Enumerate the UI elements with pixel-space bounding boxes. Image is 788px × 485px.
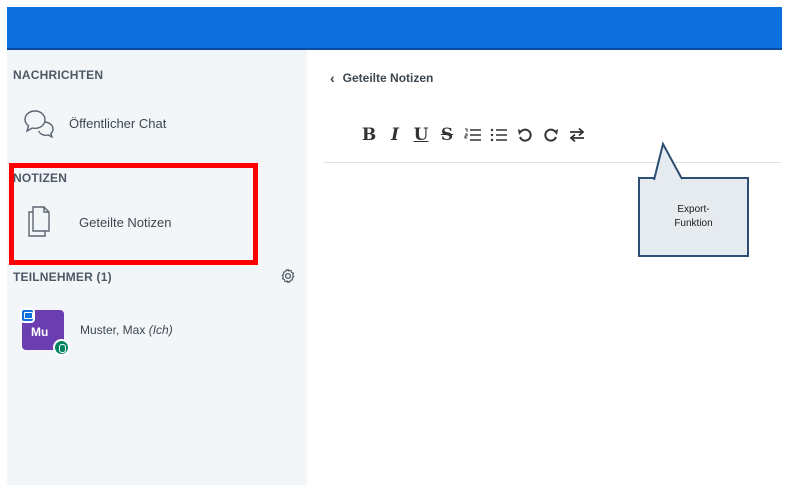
italic-button[interactable]: I xyxy=(382,122,408,148)
messages-section-title: NACHRICHTEN xyxy=(13,68,104,82)
undo-icon xyxy=(518,128,532,142)
unordered-list-icon xyxy=(490,128,507,142)
participants-section-title: TEILNEHMER (1) xyxy=(13,270,112,284)
gear-icon[interactable] xyxy=(280,268,296,284)
avatar[interactable]: Mu xyxy=(20,308,70,356)
self-indicator: (Ich) xyxy=(148,323,173,337)
microphone-icon xyxy=(53,339,70,356)
unordered-list-button[interactable] xyxy=(486,122,512,148)
ordered-list-button[interactable] xyxy=(460,122,486,148)
underline-button[interactable]: U xyxy=(408,122,434,148)
chat-bubbles-icon xyxy=(21,108,61,139)
callout-pointer xyxy=(653,141,683,182)
toolbar-divider xyxy=(324,162,781,163)
back-to-notes-header[interactable]: ‹ Geteilte Notizen xyxy=(330,70,433,86)
participant-row[interactable]: Mu Muster, Max (Ich) xyxy=(20,308,173,356)
participant-name: Muster, Max (Ich) xyxy=(80,323,173,337)
redo-icon xyxy=(544,128,558,142)
presenter-icon xyxy=(20,308,35,323)
export-button[interactable] xyxy=(564,122,590,148)
chevron-left-icon: ‹ xyxy=(330,70,335,86)
bold-button[interactable]: B xyxy=(356,122,382,148)
notes-title: Geteilte Notizen xyxy=(342,71,434,85)
top-navbar xyxy=(7,7,782,50)
editor-toolbar: B I U S xyxy=(356,122,590,148)
annotation-line-1: Export- xyxy=(677,204,710,215)
export-annotation-callout: Export- Funktion xyxy=(638,177,749,257)
ordered-list-icon xyxy=(464,128,481,141)
strikethrough-button[interactable]: S xyxy=(434,122,460,148)
redo-button[interactable] xyxy=(538,122,564,148)
undo-button[interactable] xyxy=(512,122,538,148)
red-highlight-box xyxy=(9,163,258,265)
avatar-initials: Mu xyxy=(31,325,49,339)
annotation-line-2: Funktion xyxy=(674,218,713,229)
public-chat-label: Öffentlicher Chat xyxy=(69,115,167,131)
export-arrows-icon xyxy=(569,127,585,143)
public-chat-item[interactable]: Öffentlicher Chat xyxy=(13,108,167,139)
